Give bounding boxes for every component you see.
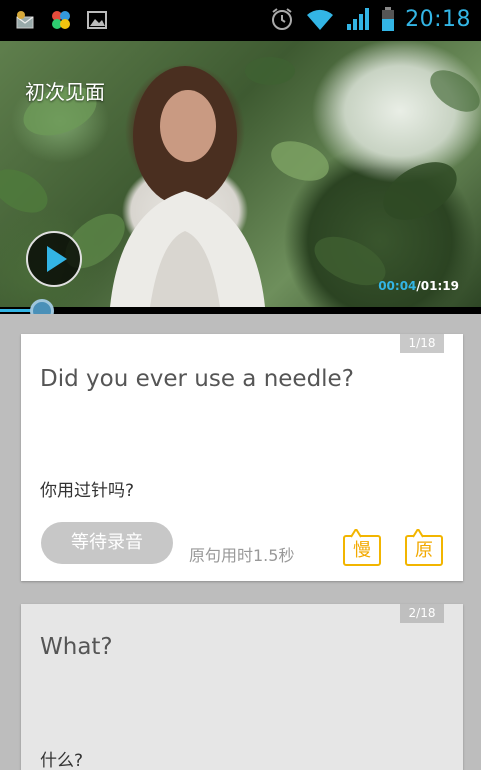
status-bar: 20:18 [0, 0, 481, 41]
signal-icon [347, 8, 370, 30]
alarm-icon [272, 8, 293, 30]
original-play-button[interactable]: 原 [405, 529, 443, 566]
wifi-icon [307, 9, 334, 30]
corner-arrow-icon [351, 529, 361, 538]
total-time: 01:19 [420, 279, 459, 293]
email-notification-icon [16, 11, 34, 29]
video-title: 初次见面 [25, 80, 105, 104]
play-icon [47, 246, 67, 272]
battery-icon [382, 7, 395, 31]
video-player[interactable]: 初次见面 00:04/01:19 [0, 41, 481, 307]
corner-arrow-icon [413, 529, 423, 538]
sentence-card[interactable]: 2/18 What? 什么? [21, 604, 463, 770]
sentence-card[interactable]: 1/18 Did you ever use a needle? 你用过针吗? 等… [21, 334, 463, 581]
duration-label: 原句用时1.5秒 [189, 546, 295, 565]
record-button[interactable]: 等待录音 [41, 522, 173, 564]
current-time: 00:04 [378, 279, 417, 293]
app-notification-icon [52, 11, 70, 29]
english-sentence: What? [40, 634, 113, 660]
play-button[interactable] [26, 231, 82, 287]
clock: 20:18 [405, 6, 471, 32]
sentence-counter: 1/18 [400, 334, 444, 353]
sentence-counter: 2/18 [400, 604, 444, 623]
chinese-translation: 你用过针吗? [40, 481, 135, 501]
slow-label: 慢 [353, 540, 371, 561]
english-sentence: Did you ever use a needle? [40, 366, 354, 392]
original-label: 原 [415, 540, 433, 561]
chinese-translation: 什么? [40, 751, 84, 770]
seek-bar[interactable] [0, 299, 481, 323]
video-time: 00:04/01:19 [378, 279, 459, 293]
image-notification-icon [87, 11, 107, 29]
sentence-list[interactable]: 1/18 Did you ever use a needle? 你用过针吗? 等… [0, 314, 481, 770]
slow-play-button[interactable]: 慢 [343, 529, 381, 566]
